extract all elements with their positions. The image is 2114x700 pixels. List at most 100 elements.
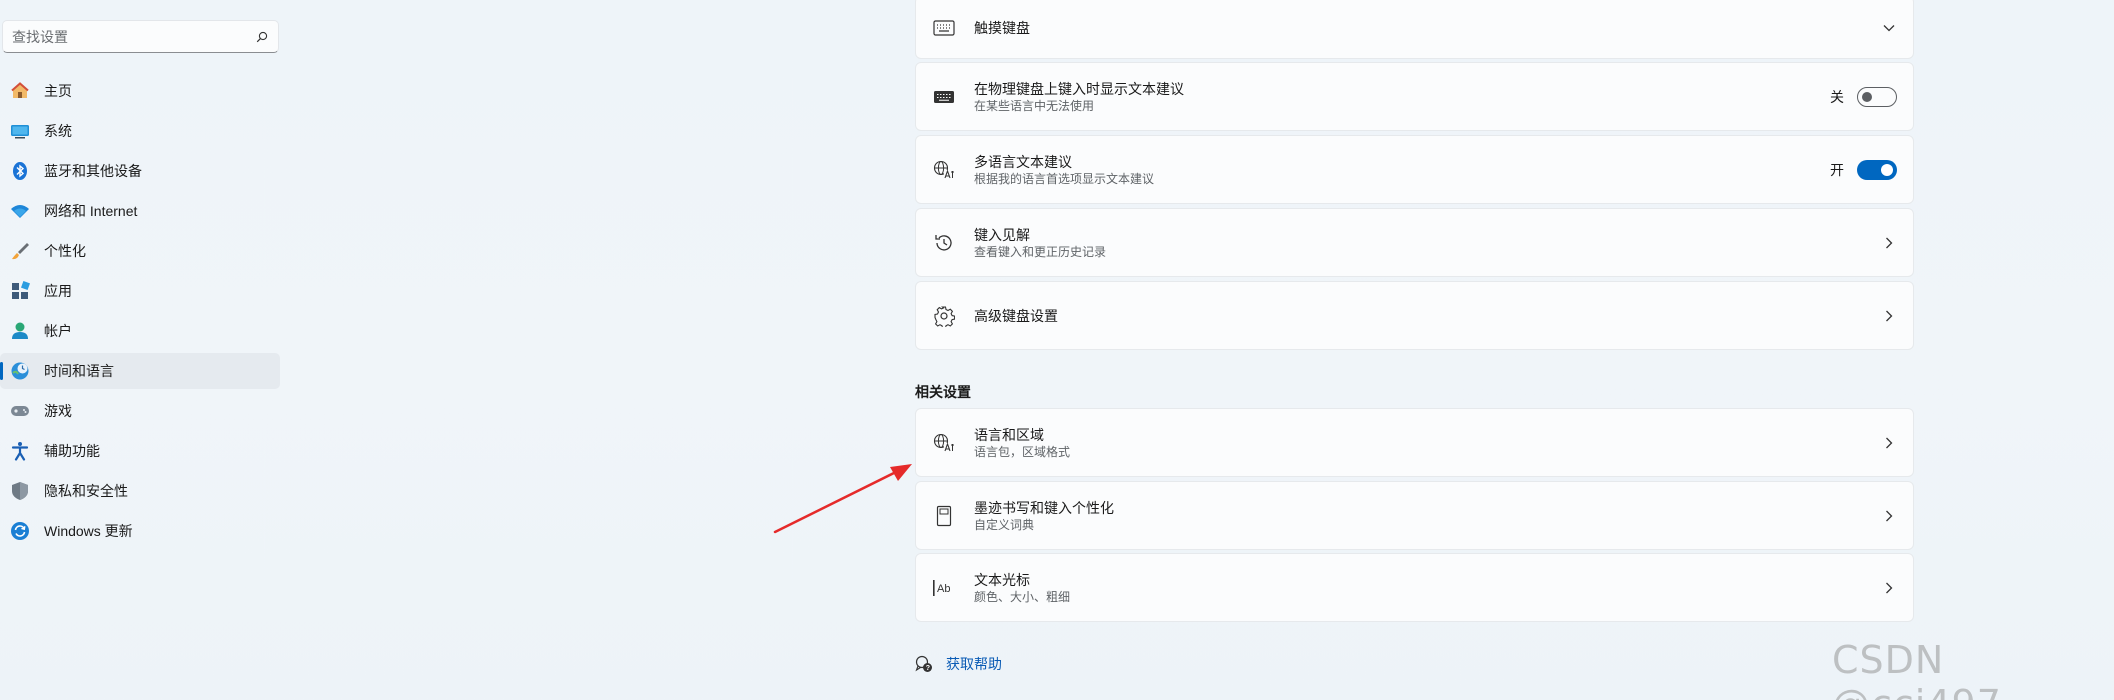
sidebar-item-label: 应用 xyxy=(44,283,72,299)
get-help: ? 获取帮助 xyxy=(914,654,1002,674)
toggle-group: 开 xyxy=(1830,159,1897,180)
card-text: 多语言文本建议 根据我的语言首选项显示文本建议 xyxy=(974,153,1830,187)
ink-typing-title: 墨迹书写和键入个性化 xyxy=(974,499,1114,516)
sidebar-item-home[interactable]: 主页 xyxy=(0,73,280,109)
sidebar-nav: 主页 系统 蓝牙和其他设备 网络和 Internet 个性化 应用 帐户 时间和… xyxy=(0,73,280,553)
chevron-down-icon[interactable] xyxy=(1881,20,1897,36)
toggle-state-label: 关 xyxy=(1830,88,1844,105)
sidebar-item-accounts[interactable]: 帐户 xyxy=(0,313,280,349)
svg-text:?: ? xyxy=(926,665,930,672)
card-text: 在物理键盘上键入时显示文本建议 在某些语言中无法使用 xyxy=(974,80,1830,114)
text-cursor-icon: Ab xyxy=(932,576,956,600)
language-icon xyxy=(932,158,956,182)
chevron-right-icon xyxy=(1881,435,1897,451)
card-text: 键入见解 查看键入和更正历史记录 xyxy=(974,226,1881,260)
card-text: 高级键盘设置 xyxy=(974,307,1881,325)
language-icon xyxy=(932,431,956,455)
sidebar-item-label: 辅助功能 xyxy=(44,443,100,459)
search-icon[interactable] xyxy=(255,30,269,44)
sidebar-item-bluetooth[interactable]: 蓝牙和其他设备 xyxy=(0,153,280,189)
text-cursor-subtitle: 颜色、大小、粗细 xyxy=(974,589,1071,604)
sidebar-item-label: 帐户 xyxy=(44,323,72,339)
system-icon xyxy=(10,121,30,141)
card-text: 触摸键盘 xyxy=(974,19,1881,37)
multilingual-suggestions-toggle[interactable] xyxy=(1857,159,1897,180)
search-input[interactable] xyxy=(12,28,255,45)
sidebar-item-apps[interactable]: 应用 xyxy=(0,273,280,309)
sidebar-item-label: 个性化 xyxy=(44,243,86,259)
sidebar-item-network[interactable]: 网络和 Internet xyxy=(0,193,280,229)
annotation-arrow xyxy=(773,464,912,534)
globe-clock-icon xyxy=(10,361,30,381)
svg-text:Ab: Ab xyxy=(937,583,950,595)
ink-typing-personalization-card[interactable]: 墨迹书写和键入个性化 自定义词典 xyxy=(915,481,1914,550)
chevron-right-icon xyxy=(1881,508,1897,524)
typing-insights-title: 键入见解 xyxy=(974,226,1030,243)
card-text: 语言和区域 语言包，区域格式 xyxy=(974,426,1881,460)
sidebar-item-privacy[interactable]: 隐私和安全性 xyxy=(0,473,280,509)
multilingual-suggestions-subtitle: 根据我的语言首选项显示文本建议 xyxy=(974,171,1155,186)
toggle-knob xyxy=(1862,91,1872,102)
advanced-keyboard-settings-title: 高级键盘设置 xyxy=(974,307,1058,324)
sidebar-item-label: 隐私和安全性 xyxy=(44,483,128,499)
touch-keyboard-title: 触摸键盘 xyxy=(974,19,1030,36)
sidebar-item-personalization[interactable]: 个性化 xyxy=(0,233,280,269)
help-chat-icon: ? xyxy=(914,654,934,674)
touch-keyboard-card[interactable]: 触摸键盘 xyxy=(915,0,1914,59)
sidebar-item-label: 网络和 Internet xyxy=(44,203,138,219)
keyboard-icon xyxy=(932,85,956,109)
physical-keyboard-suggestions-title: 在物理键盘上键入时显示文本建议 xyxy=(974,80,1184,97)
brush-icon xyxy=(10,241,30,261)
text-cursor-card[interactable]: Ab 文本光标 颜色、大小、粗细 xyxy=(915,553,1914,622)
language-region-card[interactable]: 语言和区域 语言包，区域格式 xyxy=(915,408,1914,477)
update-icon xyxy=(10,521,30,541)
sidebar-item-label: 时间和语言 xyxy=(44,363,114,379)
search-box[interactable] xyxy=(2,20,279,53)
accessibility-icon xyxy=(10,441,30,461)
sidebar-item-windows-update[interactable]: Windows 更新 xyxy=(0,513,280,549)
language-region-title: 语言和区域 xyxy=(974,426,1044,443)
apps-icon xyxy=(10,281,30,301)
bluetooth-icon xyxy=(10,161,30,181)
keyboard-icon xyxy=(932,16,956,40)
chevron-right-icon xyxy=(1881,308,1897,324)
typing-insights-card[interactable]: 键入见解 查看键入和更正历史记录 xyxy=(915,208,1914,277)
language-region-subtitle: 语言包，区域格式 xyxy=(974,444,1071,459)
ink-typing-subtitle: 自定义词典 xyxy=(974,517,1035,532)
sidebar-item-gaming[interactable]: 游戏 xyxy=(0,393,280,429)
multilingual-suggestions-card: 多语言文本建议 根据我的语言首选项显示文本建议 开 xyxy=(915,135,1914,204)
home-icon xyxy=(10,81,30,101)
physical-keyboard-suggestions-subtitle: 在某些语言中无法使用 xyxy=(974,98,1095,113)
watermark: CSDN @cci497 xyxy=(1832,638,2001,700)
related-settings-heading: 相关设置 xyxy=(915,384,971,400)
notebook-icon xyxy=(932,504,956,528)
toggle-state-label: 开 xyxy=(1830,161,1844,178)
shield-icon xyxy=(10,481,30,501)
card-text: 文本光标 颜色、大小、粗细 xyxy=(974,571,1881,605)
card-text: 墨迹书写和键入个性化 自定义词典 xyxy=(974,499,1881,533)
wifi-icon xyxy=(10,201,30,221)
toggle-knob xyxy=(1881,163,1893,176)
gamepad-icon xyxy=(10,401,30,421)
multilingual-suggestions-title: 多语言文本建议 xyxy=(974,153,1072,170)
sidebar-item-system[interactable]: 系统 xyxy=(0,113,280,149)
sidebar-item-accessibility[interactable]: 辅助功能 xyxy=(0,433,280,469)
sidebar-item-label: 系统 xyxy=(44,123,72,139)
history-icon xyxy=(932,231,956,255)
physical-keyboard-suggestions-toggle[interactable] xyxy=(1857,86,1897,107)
chevron-right-icon xyxy=(1881,235,1897,251)
sidebar-item-label: 主页 xyxy=(44,83,72,99)
sidebar-item-label: 游戏 xyxy=(44,403,72,419)
account-icon xyxy=(10,321,30,341)
toggle-group: 关 xyxy=(1830,86,1897,107)
sidebar-item-time-language[interactable]: 时间和语言 xyxy=(0,353,280,389)
physical-keyboard-suggestions-card: 在物理键盘上键入时显示文本建议 在某些语言中无法使用 关 xyxy=(915,62,1914,131)
gear-icon xyxy=(932,304,956,328)
text-cursor-title: 文本光标 xyxy=(974,571,1030,588)
sidebar-item-label: Windows 更新 xyxy=(44,523,133,539)
chevron-right-icon xyxy=(1881,580,1897,596)
get-help-link[interactable]: 获取帮助 xyxy=(946,654,1002,674)
advanced-keyboard-settings-card[interactable]: 高级键盘设置 xyxy=(915,281,1914,350)
typing-insights-subtitle: 查看键入和更正历史记录 xyxy=(974,244,1107,259)
sidebar-item-label: 蓝牙和其他设备 xyxy=(44,163,142,179)
